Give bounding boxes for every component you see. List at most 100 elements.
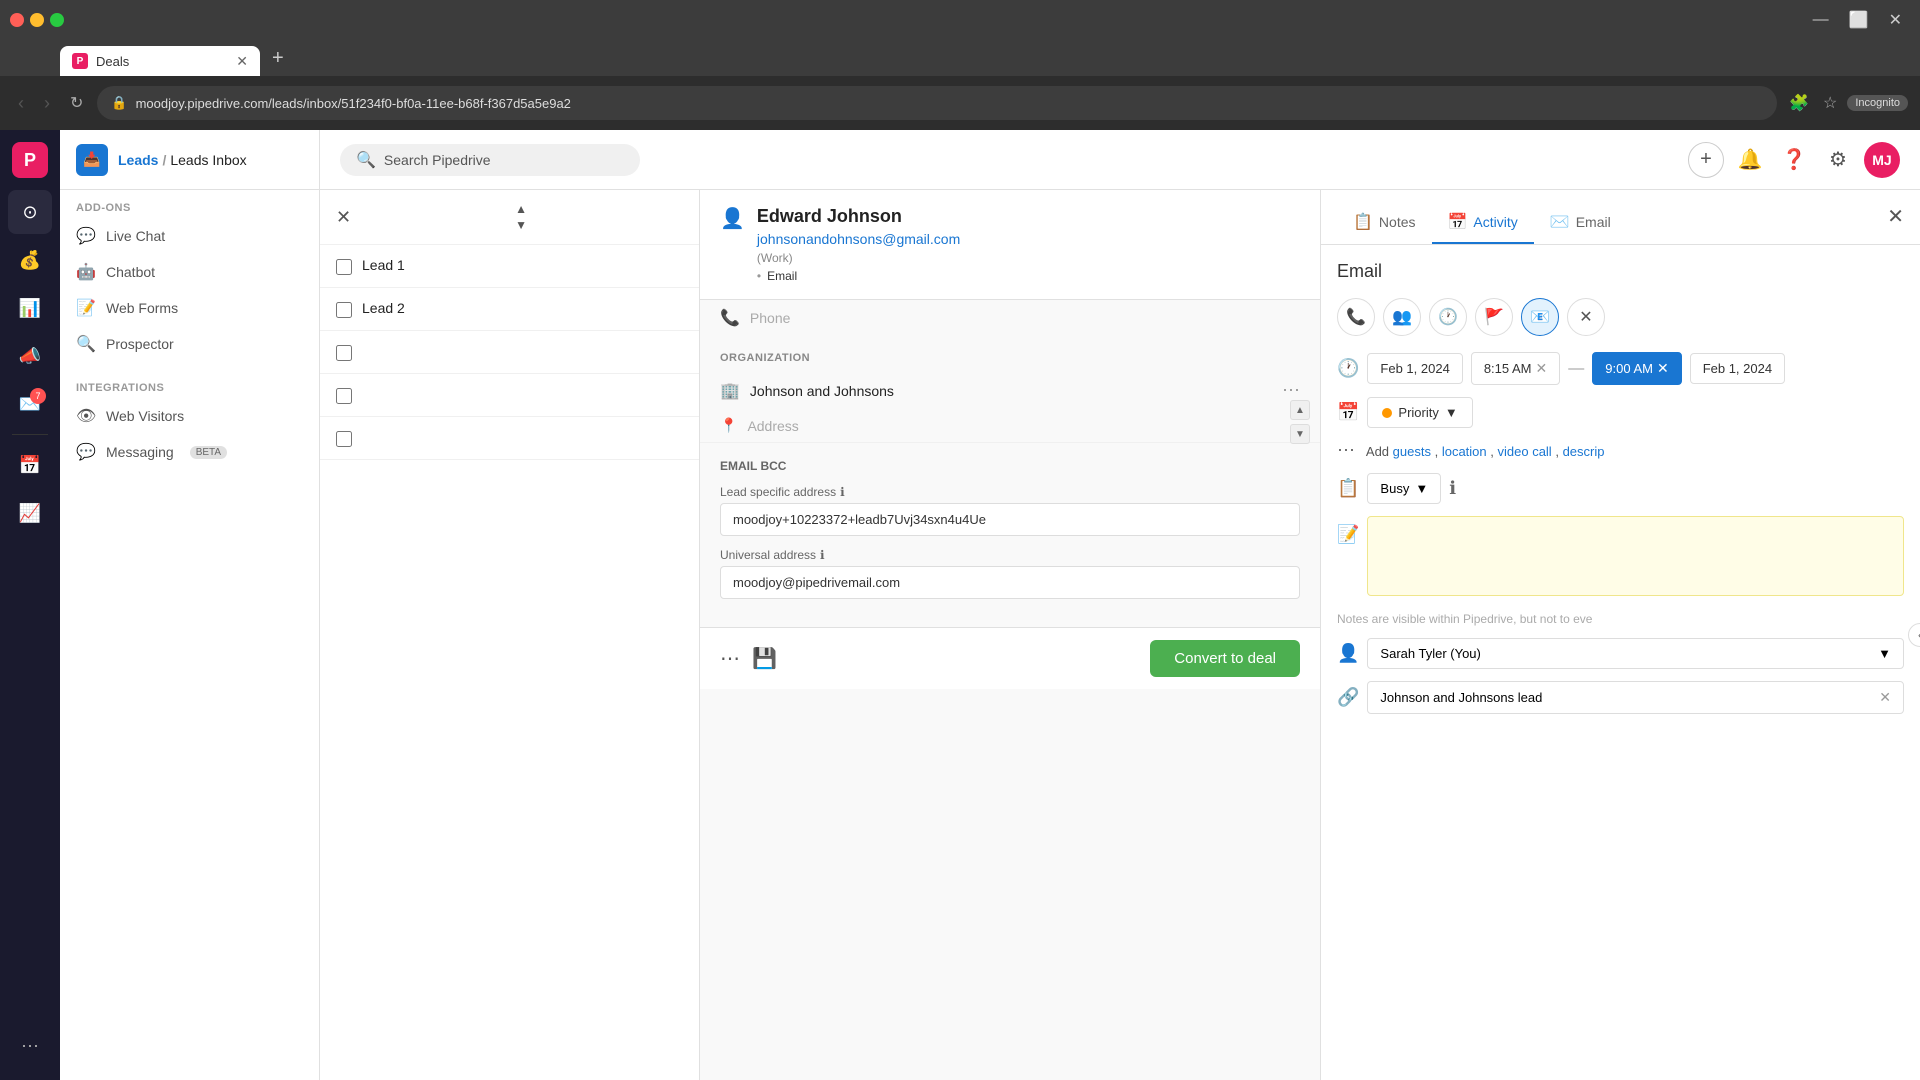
scroll-down-arrow[interactable]: ▼ [1290,424,1310,444]
nav-mail[interactable]: ✉️ 7 [8,382,52,426]
save-btn[interactable]: 💾 [752,646,777,671]
list-item[interactable] [320,331,699,374]
nav-reports[interactable]: 📊 [8,286,52,330]
type-other-btn[interactable]: ✕ [1567,298,1605,336]
bookmark-btn[interactable]: ☆ [1819,89,1841,117]
tab-activity[interactable]: 📅 Activity [1432,202,1534,244]
breadcrumb-parent[interactable]: Leads [118,152,158,168]
activity-panel: 📋 Notes 📅 Activity ✉️ Email ✕ [1320,190,1920,1080]
note-textarea[interactable] [1367,516,1904,596]
nav-more[interactable]: ⋯ [8,1024,52,1068]
tab-deals[interactable]: P Deals ✕ [60,46,260,76]
start-time-input[interactable]: 8:15 AM ✕ [1471,352,1560,385]
restore-btn[interactable]: ⬜ [1841,8,1877,32]
sidebar-item-chatbot[interactable]: 🤖 Chatbot [60,254,319,290]
tab-email[interactable]: ✉️ Email [1534,202,1627,244]
app-logo[interactable]: P [12,142,48,178]
leads-inbox-icon: 📥 [76,144,108,176]
search-input[interactable]: Search Pipedrive [384,152,491,168]
nav-campaigns[interactable]: 📣 [8,334,52,378]
type-task-btn[interactable]: 🕐 [1429,298,1467,336]
nav-growth[interactable]: 📈 [8,491,52,535]
video-call-link[interactable]: video call [1498,444,1552,459]
page-title: Leads / Leads Inbox [118,152,247,168]
lead-checkbox[interactable] [336,302,352,318]
linked-clear-btn[interactable]: ✕ [1879,689,1891,706]
add-button[interactable]: + [1688,142,1724,178]
org-actions-btn[interactable]: ⋯ [1282,380,1300,401]
tab-close-btn[interactable]: ✕ [236,53,248,70]
close-lead-btn[interactable]: ✕ [336,207,351,228]
priority-btn[interactable]: Priority ▼ [1367,397,1472,428]
sidebar-item-prospector[interactable]: 🔍 Prospector [60,326,319,362]
convert-to-deal-btn[interactable]: Convert to deal [1150,640,1300,677]
notifications-btn[interactable]: 🔔 [1732,142,1768,178]
description-link[interactable]: descrip [1563,444,1605,459]
assigned-row: 👤 Sarah Tyler (You) ▼ [1337,638,1904,669]
sidebar-item-webforms[interactable]: 📝 Web Forms [60,290,319,326]
nav-deals[interactable]: 💰 [8,238,52,282]
type-call-btn[interactable]: 📞 [1337,298,1375,336]
sidebar: 📥 Leads / Leads Inbox ADD-ONS 💬 Live Cha… [60,130,320,1080]
more-actions-btn[interactable]: ⋯ [720,646,740,671]
lead-checkbox[interactable] [336,259,352,275]
type-email-btn[interactable]: 📧 [1521,298,1559,336]
new-tab-btn[interactable]: + [264,47,292,70]
refresh-btn[interactable]: ↻ [64,89,89,117]
lead-checkbox[interactable] [336,345,352,361]
end-time-input[interactable]: 9:00 AM ✕ [1592,352,1681,385]
avatar[interactable]: MJ [1864,142,1900,178]
close-activity-panel-btn[interactable]: ✕ [1887,204,1904,231]
linked-field[interactable]: Johnson and Johnsons lead ✕ [1367,681,1904,714]
org-row[interactable]: 🏢 Johnson and Johnsons ⋯ [700,372,1320,409]
type-deadline-btn[interactable]: 🚩 [1475,298,1513,336]
sidebar-item-livechat[interactable]: 💬 Live Chat [60,218,319,254]
tab-notes[interactable]: 📋 Notes [1337,202,1432,244]
scroll-down-btn[interactable]: ▼ [359,218,683,232]
scroll-up-arrow[interactable]: ▲ [1290,400,1310,420]
contact-header: 👤 Edward Johnson johnsonandohnsons@gmail… [700,190,1320,300]
list-item[interactable]: Lead 2 [320,288,699,331]
sidebar-item-webvisitors[interactable]: 👁 Web Visitors [60,398,319,434]
busy-info-btn[interactable]: ℹ [1449,478,1456,499]
assigned-select[interactable]: Sarah Tyler (You) ▼ [1367,638,1904,669]
scroll-up-btn[interactable]: ▲ [359,202,683,216]
back-btn[interactable]: ‹ [12,89,30,118]
nav-activities[interactable]: 📅 [8,443,52,487]
busy-select[interactable]: Busy ▼ [1367,473,1441,504]
settings-btn[interactable]: ⚙ [1820,142,1856,178]
end-time-clear-btn[interactable]: ✕ [1657,360,1669,377]
notes-tab-icon: 📋 [1353,212,1373,232]
window-controls-right[interactable]: — ⬜ ✕ [1805,8,1910,32]
type-meeting-btn[interactable]: 👥 [1383,298,1421,336]
forward-btn[interactable]: › [38,89,56,118]
start-date-input[interactable]: Feb 1, 2024 [1367,353,1462,384]
list-item[interactable] [320,374,699,417]
end-date-input[interactable]: Feb 1, 2024 [1690,353,1785,384]
search-bar[interactable]: 🔍 Search Pipedrive [340,144,640,176]
maximize-window-btn[interactable] [50,13,64,27]
lead-checkbox[interactable] [336,388,352,404]
minimize-window-btn[interactable] [30,13,44,27]
location-link[interactable]: location [1442,444,1487,459]
nav-dashboard[interactable]: ⊙ [8,190,52,234]
start-time-clear-btn[interactable]: ✕ [1536,360,1548,377]
window-controls[interactable] [10,13,64,27]
lead-address-input[interactable] [720,503,1300,536]
close-window-btn[interactable] [10,13,24,27]
activity-tab-label: Activity [1473,214,1517,230]
close-btn[interactable]: ✕ [1881,8,1910,32]
universal-address-input[interactable] [720,566,1300,599]
lead-checkbox[interactable] [336,431,352,447]
guests-link[interactable]: guests [1393,444,1431,459]
list-item[interactable] [320,417,699,460]
contact-email[interactable]: johnsonandohnsons@gmail.com [757,231,1300,247]
extensions-btn[interactable]: 🧩 [1785,89,1813,117]
minimize-btn[interactable]: — [1805,8,1837,32]
address-bar[interactable]: 🔒 moodjoy.pipedrive.com/leads/inbox/51f2… [97,86,1777,120]
list-item[interactable]: Lead 1 [320,245,699,288]
contact-email-type: (Work) [757,251,1300,265]
sidebar-item-messaging[interactable]: 💬 Messaging BETA [60,434,319,470]
help-btn[interactable]: ❓ [1776,142,1812,178]
detail-footer: ⋯ 💾 Convert to deal [700,627,1320,689]
